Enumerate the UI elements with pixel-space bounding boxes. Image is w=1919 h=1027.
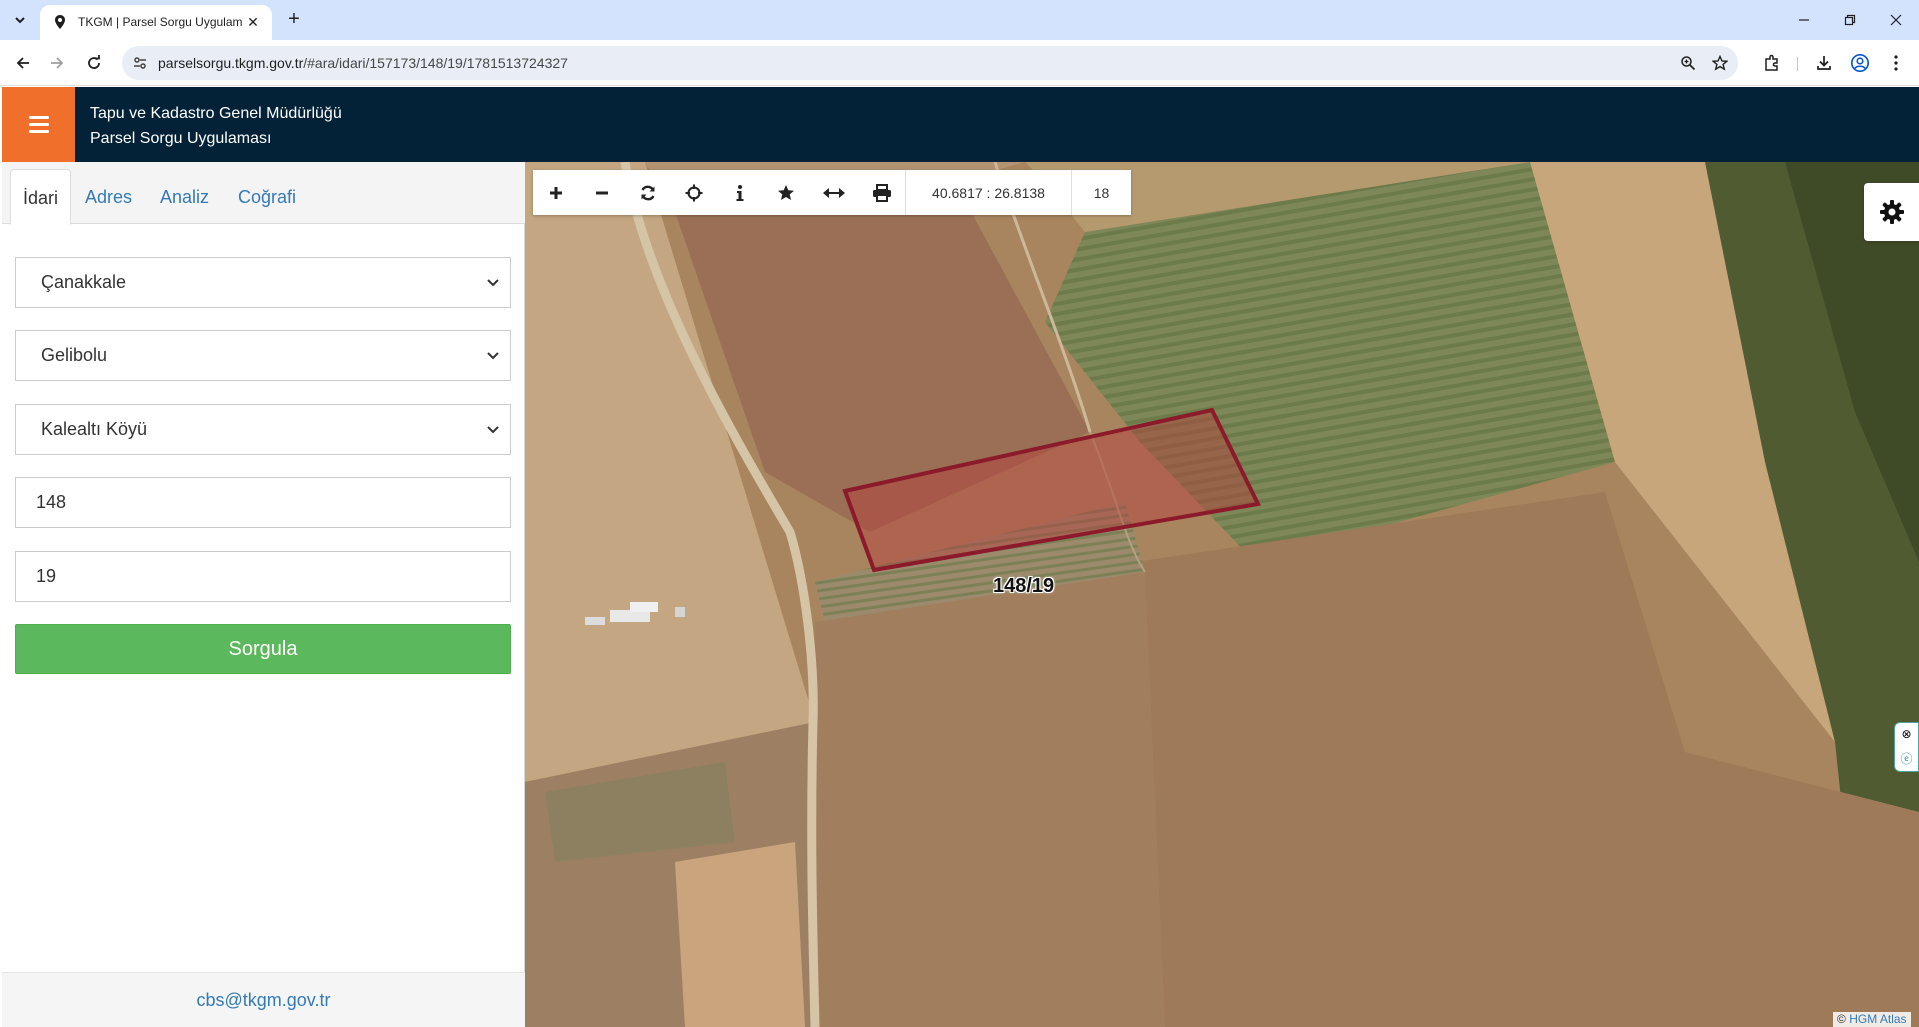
locate-crosshair-icon[interactable]	[671, 170, 717, 215]
tab-list-chevron-icon[interactable]	[8, 8, 32, 32]
block-number-input[interactable]: 148	[15, 477, 511, 528]
query-tabs: İdari Adres Analiz Coğrafi	[2, 162, 525, 225]
reload-icon[interactable]	[80, 49, 108, 77]
query-sidebar: İdari Adres Analiz Coğrafi Çanakkale Gel…	[2, 162, 525, 1027]
address-bar[interactable]: parselsorgu.tkgm.gov.tr/#ara/idari/15717…	[122, 46, 1738, 80]
site-info-icon[interactable]	[130, 53, 150, 73]
zoom-in-icon[interactable]	[533, 170, 579, 215]
zoom-out-icon[interactable]	[579, 170, 625, 215]
chevron-down-icon	[487, 279, 499, 287]
downloads-icon[interactable]	[1812, 51, 1836, 75]
favorite-star-icon[interactable]	[763, 170, 809, 215]
tab-cografi[interactable]: Coğrafi	[226, 169, 308, 225]
tab-adres[interactable]: Adres	[73, 169, 144, 225]
contact-email-link[interactable]: cbs@tkgm.gov.tr	[2, 972, 525, 1027]
close-window-icon[interactable]	[1873, 0, 1919, 40]
neighborhood-value: Kalealtı Köyü	[41, 419, 148, 439]
app-title: Tapu ve Kadastro Genel Müdürlüğü Parsel …	[90, 101, 342, 151]
profile-icon[interactable]	[1848, 51, 1872, 75]
map-pin-icon	[55, 15, 65, 29]
map-attribution: © HGM Atlas	[1833, 1012, 1911, 1027]
browser-tab-bar: TKGM | Parsel Sorgu Uygulama ✕ +	[0, 0, 1919, 40]
url-path: /#ara/idari/157173/148/19/1781513724327	[303, 55, 568, 71]
forward-icon[interactable]	[43, 49, 71, 77]
new-tab-icon[interactable]: +	[282, 8, 306, 32]
tab-title: TKGM | Parsel Sorgu Uygulama	[78, 15, 243, 29]
browser-menu-icon[interactable]	[1884, 51, 1908, 75]
settings-gear-icon[interactable]	[1864, 183, 1919, 241]
url-host: parselsorgu.tkgm.gov.tr	[158, 55, 304, 71]
district-value: Gelibolu	[41, 345, 108, 365]
accessibility-widget[interactable]: ⊗ ⓔ	[1894, 722, 1919, 772]
zoom-icon[interactable]	[1678, 53, 1698, 73]
parcel-number-input[interactable]: 19	[15, 551, 511, 602]
district-select[interactable]: Gelibolu	[15, 330, 511, 381]
query-button[interactable]: Sorgula	[15, 624, 511, 674]
bookmark-star-icon[interactable]	[1710, 53, 1730, 73]
map-view[interactable]: 148/19 40.6817: 26.8138 18 ⊗ ⓔ © HGM At…	[525, 162, 1919, 1027]
print-icon[interactable]	[859, 170, 905, 215]
back-icon[interactable]	[9, 49, 37, 77]
parcel-label: 148/19	[993, 575, 1055, 597]
app-header: Tapu ve Kadastro Genel Müdürlüğü Parsel …	[2, 87, 1919, 162]
close-circle-icon[interactable]: ⊗	[1901, 727, 1911, 741]
e-letter-icon[interactable]: ⓔ	[1900, 750, 1912, 767]
close-tab-icon[interactable]: ✕	[244, 13, 262, 31]
zoom-level-readout: 18	[1071, 170, 1131, 215]
toolbar-separator	[1797, 57, 1798, 71]
coordinates-readout: 40.6817 : 26.8138	[905, 170, 1071, 215]
chevron-down-icon	[487, 352, 499, 360]
app-title-application: Parsel Sorgu Uygulaması	[90, 130, 272, 147]
tab-idari[interactable]: İdari	[10, 169, 72, 225]
chevron-down-icon	[487, 426, 499, 434]
browser-tab[interactable]: TKGM | Parsel Sorgu Uygulama ✕	[40, 5, 272, 40]
url-text: parselsorgu.tkgm.gov.tr/#ara/idari/15717…	[158, 55, 568, 71]
minimize-icon[interactable]	[1781, 0, 1827, 40]
hamburger-menu-icon[interactable]	[2, 87, 75, 162]
measure-arrows-icon[interactable]	[809, 170, 859, 215]
refresh-icon[interactable]	[625, 170, 671, 215]
attribution-link[interactable]: HGM Atlas	[1849, 1012, 1906, 1026]
neighborhood-select[interactable]: Kalealtı Köyü	[15, 404, 511, 455]
extensions-icon[interactable]	[1760, 51, 1784, 75]
tab-analiz[interactable]: Analiz	[148, 169, 221, 225]
app-title-organization: Tapu ve Kadastro Genel Müdürlüğü	[90, 105, 342, 122]
map-toolbar: 40.6817 : 26.8138 18	[533, 170, 1131, 215]
browser-toolbar: parselsorgu.tkgm.gov.tr/#ara/idari/15717…	[0, 40, 1919, 86]
copyright-symbol: ©	[1837, 1012, 1846, 1026]
info-icon[interactable]	[717, 170, 763, 215]
restore-icon[interactable]	[1827, 0, 1873, 40]
province-select[interactable]: Çanakkale	[15, 257, 511, 308]
province-value: Çanakkale	[41, 272, 127, 292]
parcel-polygon[interactable]	[525, 162, 1919, 1027]
